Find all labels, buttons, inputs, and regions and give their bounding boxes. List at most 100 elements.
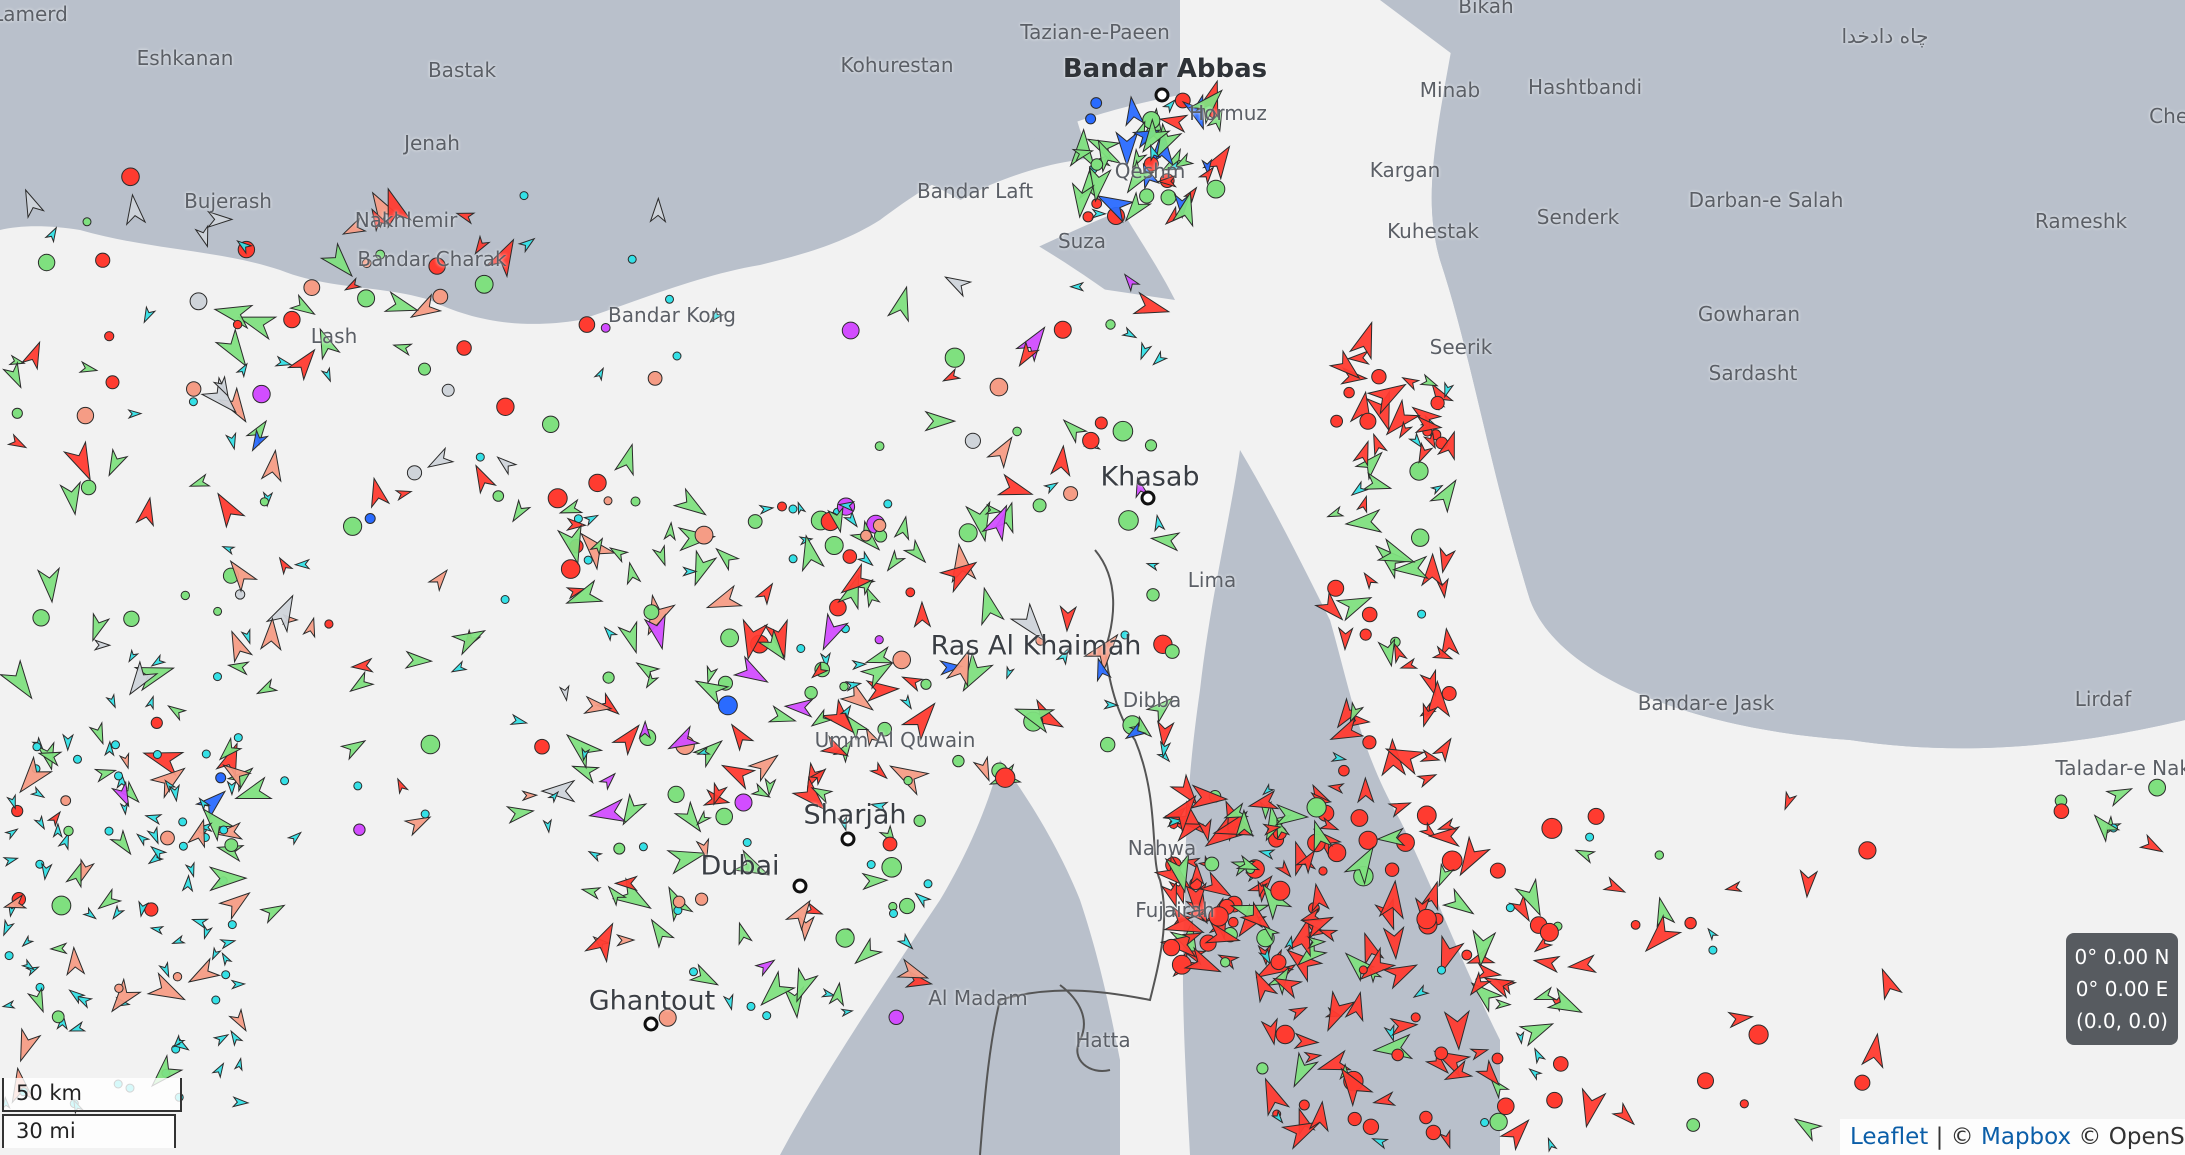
vessel-marker-cargo[interactable] bbox=[392, 340, 414, 357]
vessel-marker-cargo[interactable] bbox=[474, 274, 494, 294]
vessel-marker-tanker[interactable] bbox=[286, 344, 323, 382]
vessel-marker-tanker[interactable] bbox=[905, 587, 916, 598]
vessel-marker-tanker[interactable] bbox=[1399, 657, 1419, 673]
vessel-marker-cargo[interactable] bbox=[559, 726, 604, 770]
vessel-marker-cargo[interactable] bbox=[1204, 856, 1220, 872]
vessel-marker-tanker[interactable] bbox=[350, 657, 374, 674]
vessel-marker-cargo[interactable] bbox=[102, 447, 129, 479]
vessel-marker-fishing[interactable] bbox=[259, 616, 282, 652]
vessel-marker-tanker[interactable] bbox=[1059, 605, 1078, 633]
vessel-marker-tug[interactable] bbox=[517, 235, 537, 254]
vessel-marker-fishing[interactable] bbox=[172, 972, 183, 982]
vessel-marker-tanker[interactable] bbox=[394, 777, 410, 795]
vessel-marker-fishing[interactable] bbox=[603, 496, 613, 506]
vessel-marker-cargo[interactable] bbox=[2105, 782, 2135, 808]
vessel-marker-tug[interactable] bbox=[44, 225, 60, 244]
vessel-marker-tanker[interactable] bbox=[1748, 1024, 1769, 1045]
vessel-marker-cargo[interactable] bbox=[1518, 1015, 1556, 1047]
vessel-marker-cargo[interactable] bbox=[720, 628, 739, 648]
vessel-marker-tanker[interactable] bbox=[1318, 866, 1328, 876]
vessel-marker-unknown[interactable] bbox=[441, 383, 455, 397]
vessel-marker-tanker[interactable] bbox=[996, 473, 1035, 504]
vessel-marker-cargo[interactable] bbox=[339, 735, 368, 761]
vessel-marker-tug[interactable] bbox=[110, 904, 126, 921]
vessel-marker-tanker[interactable] bbox=[1443, 1009, 1471, 1051]
vessel-marker-tug[interactable] bbox=[104, 826, 114, 836]
vessel-marker-passenger[interactable] bbox=[364, 513, 376, 524]
vessel-marker-cargo[interactable] bbox=[643, 604, 660, 620]
vessel-marker-cargo[interactable] bbox=[88, 721, 109, 746]
vessel-marker-tanker[interactable] bbox=[1575, 1087, 1607, 1129]
vessel-marker-cargo[interactable] bbox=[602, 671, 615, 684]
vessel-marker-tug[interactable] bbox=[149, 925, 165, 935]
vessel-marker-cargo[interactable] bbox=[615, 792, 648, 829]
vessel-marker-tug[interactable] bbox=[68, 1020, 87, 1035]
vessel-marker-tanker[interactable] bbox=[1416, 805, 1437, 826]
vessel-marker-cargo[interactable] bbox=[1489, 1112, 1508, 1132]
vessel-marker-tanker[interactable] bbox=[343, 277, 363, 294]
vessel-marker-passenger[interactable] bbox=[718, 695, 738, 716]
vessel-marker-cargo[interactable] bbox=[886, 284, 916, 323]
vessel-marker-unknown[interactable] bbox=[649, 196, 667, 224]
vessel-marker-tug[interactable] bbox=[722, 993, 736, 1011]
vessel-marker-cargo[interactable] bbox=[952, 754, 965, 768]
vessel-marker-tug[interactable] bbox=[286, 829, 303, 846]
vessel-marker-tanker[interactable] bbox=[1684, 916, 1697, 930]
vessel-marker-tanker[interactable] bbox=[1410, 1012, 1421, 1023]
vessel-marker-cargo[interactable] bbox=[630, 496, 641, 507]
vessel-marker-tug[interactable] bbox=[899, 693, 915, 711]
vessel-marker-tug[interactable] bbox=[1, 999, 16, 1010]
vessel-marker-fishing[interactable] bbox=[118, 751, 132, 770]
vessel-marker-cargo[interactable] bbox=[1139, 188, 1155, 204]
vessel-marker-tug[interactable] bbox=[221, 970, 231, 980]
vessel-marker-cargo[interactable] bbox=[78, 360, 99, 376]
vessel-marker-tanker[interactable] bbox=[1270, 880, 1291, 901]
vessel-marker-tanker[interactable] bbox=[1358, 965, 1368, 975]
vessel-marker-cargo[interactable] bbox=[420, 734, 441, 755]
vessel-marker-fishing[interactable] bbox=[672, 895, 686, 909]
vessel-marker-tanker[interactable] bbox=[135, 496, 159, 528]
vessel-marker-tug[interactable] bbox=[201, 749, 211, 759]
vessel-marker-tug[interactable] bbox=[672, 351, 682, 361]
vessel-marker-pleasure[interactable] bbox=[734, 793, 753, 812]
vessel-marker-tug[interactable] bbox=[1091, 208, 1108, 219]
vessel-marker-cargo[interactable] bbox=[357, 289, 376, 308]
vessel-marker-tug[interactable] bbox=[1257, 847, 1276, 861]
vessel-marker-tanker[interactable] bbox=[209, 488, 246, 529]
vessel-marker-tanker[interactable] bbox=[1587, 807, 1605, 825]
vessel-marker-cargo[interactable] bbox=[1362, 471, 1393, 496]
vessel-marker-cargo[interactable] bbox=[2148, 778, 2167, 797]
vessel-marker-tanker[interactable] bbox=[455, 208, 476, 225]
vessel-marker-tug[interactable] bbox=[742, 838, 752, 847]
vessel-marker-tug[interactable] bbox=[188, 397, 198, 407]
vessel-marker-tug[interactable] bbox=[150, 653, 167, 669]
vessel-marker-tug[interactable] bbox=[62, 733, 74, 752]
vessel-marker-cargo[interactable] bbox=[633, 657, 661, 683]
vessel-marker-tug[interactable] bbox=[851, 659, 868, 671]
vessel-marker-tanker[interactable] bbox=[842, 549, 858, 564]
vessel-marker-cargo[interactable] bbox=[1100, 736, 1116, 753]
vessel-marker-pleasure[interactable] bbox=[598, 770, 619, 791]
vessel-marker-fishing[interactable] bbox=[695, 892, 709, 906]
vessel-marker-tug[interactable] bbox=[583, 555, 593, 565]
vessel-marker-tug[interactable] bbox=[213, 672, 222, 682]
vessel-marker-tanker[interactable] bbox=[1094, 416, 1108, 430]
vessel-marker-cargo[interactable] bbox=[418, 362, 431, 376]
vessel-marker-tug[interactable] bbox=[840, 1008, 855, 1018]
vessel-marker-tug[interactable] bbox=[171, 934, 186, 947]
vessel-marker-tug[interactable] bbox=[144, 811, 163, 826]
vessel-marker-cargo[interactable] bbox=[1105, 319, 1116, 330]
vessel-marker-tug[interactable] bbox=[1437, 965, 1446, 975]
vessel-marker-tug[interactable] bbox=[1121, 326, 1138, 341]
vessel-marker-tug[interactable] bbox=[230, 979, 247, 990]
vessel-marker-cargo[interactable] bbox=[1441, 887, 1479, 921]
vessel-marker-cargo[interactable] bbox=[188, 473, 211, 492]
vessel-marker-cargo[interactable] bbox=[259, 497, 269, 507]
vessel-marker-tanker[interactable] bbox=[718, 757, 757, 791]
vessel-marker-tug[interactable] bbox=[178, 817, 188, 827]
vessel-marker-tug[interactable] bbox=[883, 499, 893, 509]
vessel-marker-fishing[interactable] bbox=[986, 432, 1020, 470]
vessel-marker-fishing[interactable] bbox=[187, 818, 211, 849]
vessel-marker-tug[interactable] bbox=[320, 366, 334, 383]
vessel-marker-pleasure[interactable] bbox=[588, 798, 627, 826]
